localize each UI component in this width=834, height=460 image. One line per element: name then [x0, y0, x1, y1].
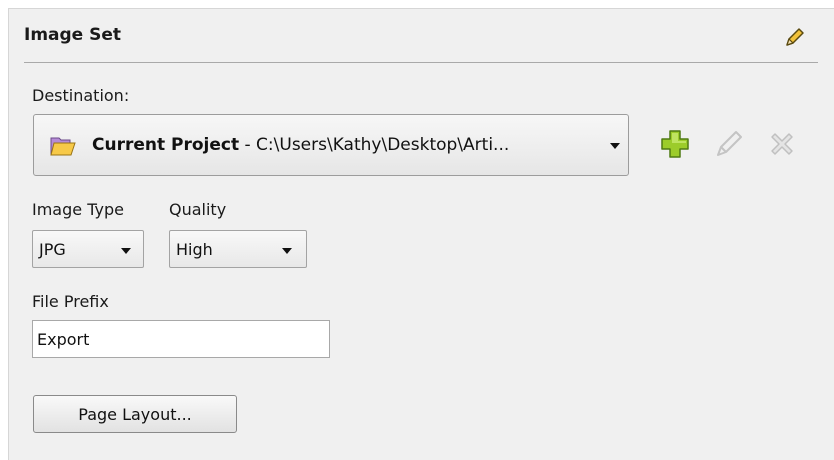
pencil-icon[interactable] — [713, 128, 745, 160]
destination-dropdown[interactable]: Current Project - C:\Users\Kathy\Desktop… — [33, 114, 629, 176]
image-type-dropdown[interactable]: JPG — [32, 230, 144, 268]
pencil-icon[interactable] — [782, 26, 806, 50]
quality-label: Quality — [169, 200, 227, 219]
file-prefix-label: File Prefix — [32, 292, 109, 311]
image-type-label: Image Type — [32, 200, 124, 219]
destination-value: Current Project - C:\Users\Kathy\Desktop… — [92, 135, 509, 155]
x-icon[interactable] — [766, 128, 798, 160]
quality-dropdown[interactable]: High — [169, 230, 307, 268]
plus-icon[interactable] — [659, 128, 691, 160]
quality-value: High — [176, 240, 213, 259]
chevron-down-icon — [282, 248, 292, 254]
destination-project-name: Current Project — [92, 135, 240, 155]
destination-label: Destination: — [32, 86, 130, 105]
folder-icon — [50, 137, 76, 156]
destination-path: - C:\Users\Kathy\Desktop\Arti... — [239, 135, 510, 155]
image-type-value: JPG — [39, 240, 66, 259]
header-divider — [24, 62, 818, 63]
chevron-down-icon — [610, 143, 620, 149]
panel-title: Image Set — [24, 25, 122, 45]
chevron-down-icon — [121, 248, 131, 254]
page-layout-button[interactable]: Page Layout... — [33, 395, 237, 433]
file-prefix-input[interactable] — [32, 320, 330, 358]
